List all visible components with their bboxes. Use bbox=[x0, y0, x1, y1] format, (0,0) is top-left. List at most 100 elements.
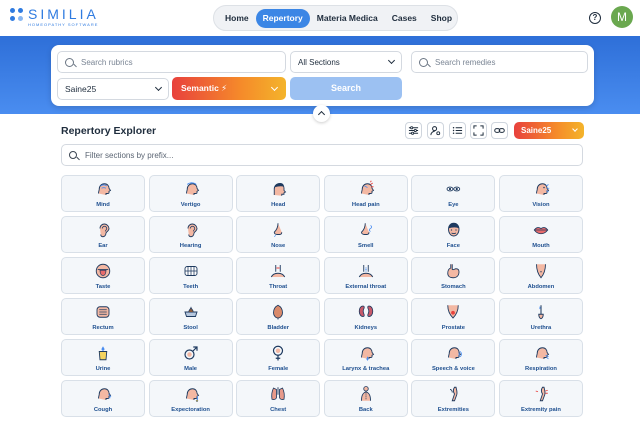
expectoration-icon bbox=[185, 388, 199, 402]
semantic-mode-label: Semantic bbox=[181, 83, 219, 93]
user-gear-icon bbox=[430, 126, 441, 136]
face-icon bbox=[448, 222, 460, 237]
chevron-down-icon bbox=[387, 56, 396, 65]
section-tile-larynx-and-trachea[interactable]: Larynx & trachea bbox=[323, 339, 408, 376]
section-tile-kidneys[interactable]: Kidneys bbox=[323, 298, 408, 335]
section-tile-extremity-pain[interactable]: Extremity pain bbox=[498, 380, 583, 417]
expand-button[interactable] bbox=[470, 122, 487, 139]
section-tile-chest[interactable]: Chest bbox=[236, 380, 321, 417]
teeth-icon bbox=[184, 266, 198, 276]
search-icon bbox=[65, 57, 74, 67]
section-tile-label: Expectoration bbox=[171, 407, 210, 413]
nav-item-shop[interactable]: Shop bbox=[424, 9, 459, 28]
repertory-badge-select[interactable]: Saine25 bbox=[514, 122, 584, 139]
section-tile-label: Cough bbox=[93, 407, 113, 413]
head-icon bbox=[273, 183, 287, 196]
section-tile-smell[interactable]: Smell bbox=[323, 216, 408, 253]
section-tile-external-throat[interactable]: External throat bbox=[323, 257, 408, 294]
search-button[interactable]: Search bbox=[290, 77, 402, 100]
section-tile-stomach[interactable]: Stomach bbox=[411, 257, 496, 294]
section-tile-abdomen[interactable]: Abdomen bbox=[498, 257, 583, 294]
help-icon[interactable]: ? bbox=[589, 12, 601, 24]
section-tile-mouth[interactable]: Mouth bbox=[498, 216, 583, 253]
nav-item-home[interactable]: Home bbox=[218, 9, 256, 28]
section-tile-head-pain[interactable]: Head pain bbox=[323, 175, 408, 212]
section-tile-expectoration[interactable]: Expectoration bbox=[148, 380, 233, 417]
throat-icon bbox=[271, 265, 286, 278]
page-title: Repertory Explorer bbox=[61, 125, 157, 137]
section-tile-throat[interactable]: Throat bbox=[236, 257, 321, 294]
section-tile-face[interactable]: Face bbox=[411, 216, 496, 253]
section-tile-stool[interactable]: Stool bbox=[148, 298, 233, 335]
sections-select-value: All Sections bbox=[298, 57, 340, 67]
collapse-search-button[interactable] bbox=[313, 105, 330, 122]
section-tile-teeth[interactable]: Teeth bbox=[148, 257, 233, 294]
settings-sliders-button[interactable] bbox=[405, 122, 422, 139]
section-tile-label: Male bbox=[184, 366, 198, 372]
link-button[interactable] bbox=[491, 122, 508, 139]
extremities-icon bbox=[450, 386, 458, 402]
section-tile-back[interactable]: Back bbox=[323, 380, 408, 417]
section-tile-male[interactable]: Male bbox=[148, 339, 233, 376]
section-tile-ear[interactable]: Ear bbox=[61, 216, 145, 253]
sections-select[interactable]: All Sections bbox=[290, 51, 402, 73]
search-rubrics-placeholder: Search rubrics bbox=[81, 57, 133, 67]
section-tile-label: Nose bbox=[271, 243, 286, 249]
section-filter-input[interactable]: Filter sections by prefix... bbox=[61, 144, 583, 166]
semantic-mode-select[interactable]: Semantic ⚡ bbox=[172, 77, 286, 100]
section-filter-placeholder: Filter sections by prefix... bbox=[85, 150, 174, 160]
section-tile-label: Female bbox=[268, 366, 289, 372]
female-icon bbox=[273, 345, 284, 361]
section-tile-speech-and-voice[interactable]: Speech & voice bbox=[411, 339, 496, 376]
search-icon bbox=[419, 57, 428, 67]
section-tile-eye[interactable]: Eye bbox=[411, 175, 496, 212]
section-tile-prostate[interactable]: Prostate bbox=[411, 298, 496, 335]
section-tile-label: Mind bbox=[96, 202, 110, 208]
chevron-down-icon bbox=[572, 126, 578, 132]
section-tile-label: Taste bbox=[95, 284, 111, 290]
list-view-button[interactable] bbox=[449, 122, 466, 139]
repertory-select[interactable]: Saine25 bbox=[57, 78, 169, 100]
section-tile-label: Respiration bbox=[525, 366, 557, 372]
search-remedies-input[interactable]: Search remedies bbox=[411, 51, 588, 73]
section-tile-nose[interactable]: Nose bbox=[236, 216, 321, 253]
section-tile-label: Face bbox=[446, 243, 460, 249]
nav-item-repertory[interactable]: Repertory bbox=[255, 8, 310, 28]
cough-icon bbox=[98, 388, 112, 400]
neck-icon bbox=[358, 265, 373, 278]
section-tile-vision[interactable]: Vision bbox=[498, 175, 583, 212]
list-icon bbox=[452, 127, 463, 134]
head-pain-icon bbox=[360, 180, 374, 195]
section-tile-label: Head pain bbox=[351, 202, 380, 208]
tongue-icon bbox=[95, 263, 111, 279]
logo[interactable]: SIMILIA HOMEOPATHY SOFTWARE bbox=[10, 7, 99, 27]
section-tile-label: Head bbox=[271, 202, 286, 208]
lips-icon bbox=[533, 227, 549, 235]
search-rubrics-input[interactable]: Search rubrics bbox=[57, 51, 286, 73]
section-tile-urine[interactable]: Urine bbox=[61, 339, 145, 376]
section-tile-label: Throat bbox=[269, 284, 288, 290]
repertory-badge-label: Saine25 bbox=[521, 126, 552, 135]
section-tile-label: Smell bbox=[358, 243, 374, 249]
lightning-icon: ⚡ bbox=[221, 83, 228, 93]
avatar[interactable]: M bbox=[611, 6, 633, 28]
section-tile-label: Teeth bbox=[183, 284, 199, 290]
nav-item-materia-medica[interactable]: Materia Medica bbox=[310, 9, 385, 28]
nose-icon bbox=[273, 223, 283, 238]
section-tile-bladder[interactable]: Bladder bbox=[236, 298, 321, 335]
section-tile-respiration[interactable]: Respiration bbox=[498, 339, 583, 376]
section-tile-mind[interactable]: Mind bbox=[61, 175, 145, 212]
nav-item-cases[interactable]: Cases bbox=[385, 9, 424, 28]
abdomen-icon bbox=[536, 264, 546, 279]
section-tile-rectum[interactable]: Rectum bbox=[61, 298, 145, 335]
main-nav: Home Repertory Materia Medica Cases Shop bbox=[213, 5, 458, 31]
section-tile-extremities[interactable]: Extremities bbox=[411, 380, 496, 417]
section-tile-head[interactable]: Head bbox=[236, 175, 321, 212]
section-tile-taste[interactable]: Taste bbox=[61, 257, 145, 294]
user-settings-button[interactable] bbox=[427, 122, 444, 139]
section-tile-female[interactable]: Female bbox=[236, 339, 321, 376]
section-tile-hearing[interactable]: Hearing bbox=[148, 216, 233, 253]
section-tile-urethra[interactable]: Urethra bbox=[498, 298, 583, 335]
section-tile-cough[interactable]: Cough bbox=[61, 380, 145, 417]
section-tile-vertigo[interactable]: Vertigo bbox=[148, 175, 233, 212]
